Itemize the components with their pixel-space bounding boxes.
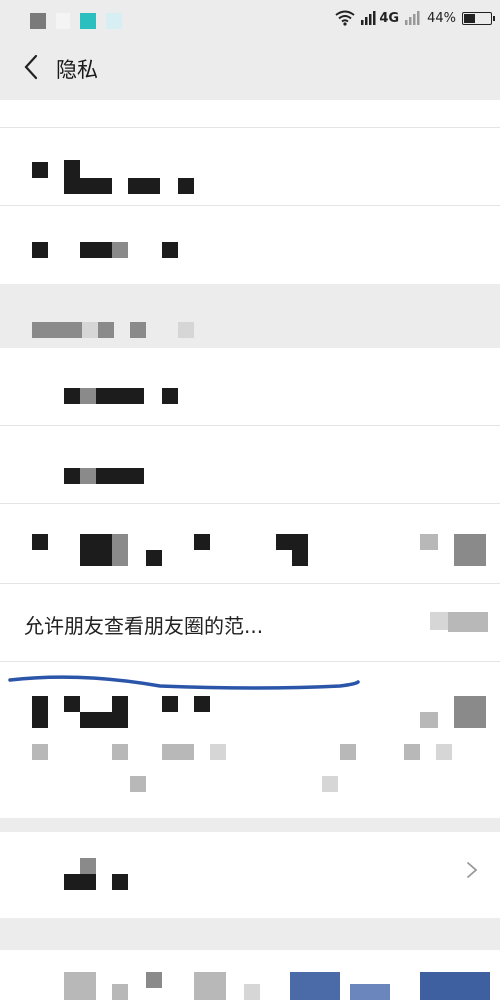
list-item[interactable] bbox=[0, 504, 500, 584]
nav-header: 隐私 bbox=[0, 38, 500, 100]
list-item[interactable] bbox=[0, 100, 500, 128]
page-title: 隐私 bbox=[56, 58, 98, 82]
list-item[interactable] bbox=[0, 832, 500, 918]
moments-visibility-row[interactable]: 允许朋友查看朋友圈的范... bbox=[0, 584, 500, 662]
list-item[interactable] bbox=[0, 950, 500, 1000]
section-header bbox=[0, 284, 500, 348]
battery-level bbox=[464, 13, 476, 23]
notification-icon bbox=[30, 13, 46, 29]
notification-icon bbox=[56, 13, 70, 29]
settings-section bbox=[0, 100, 500, 284]
notification-icon bbox=[80, 13, 96, 29]
status-bar: 4G 44% bbox=[0, 0, 500, 38]
moments-visibility-label: 允许朋友查看朋友圈的范... bbox=[24, 614, 264, 638]
status-indicators: 4G 44% bbox=[335, 8, 495, 28]
battery-icon bbox=[462, 11, 495, 25]
signal-icon bbox=[405, 11, 420, 25]
list-item[interactable] bbox=[0, 348, 500, 426]
wifi-icon bbox=[335, 10, 355, 26]
settings-section: 允许朋友查看朋友圈的范... bbox=[0, 348, 500, 818]
settings-section bbox=[0, 950, 500, 1000]
list-item[interactable] bbox=[0, 662, 500, 818]
list-item[interactable] bbox=[0, 206, 500, 284]
settings-section bbox=[0, 832, 500, 918]
notification-icons bbox=[30, 13, 122, 29]
network-type: 4G bbox=[379, 10, 400, 26]
notification-icon bbox=[106, 13, 122, 29]
chevron-right-icon bbox=[467, 862, 478, 878]
list-item[interactable] bbox=[0, 426, 500, 504]
list-item[interactable] bbox=[0, 128, 500, 206]
signal-icon bbox=[361, 11, 376, 25]
battery-percent: 44% bbox=[427, 10, 456, 26]
back-button[interactable] bbox=[14, 50, 48, 84]
chevron-left-icon bbox=[24, 54, 38, 80]
